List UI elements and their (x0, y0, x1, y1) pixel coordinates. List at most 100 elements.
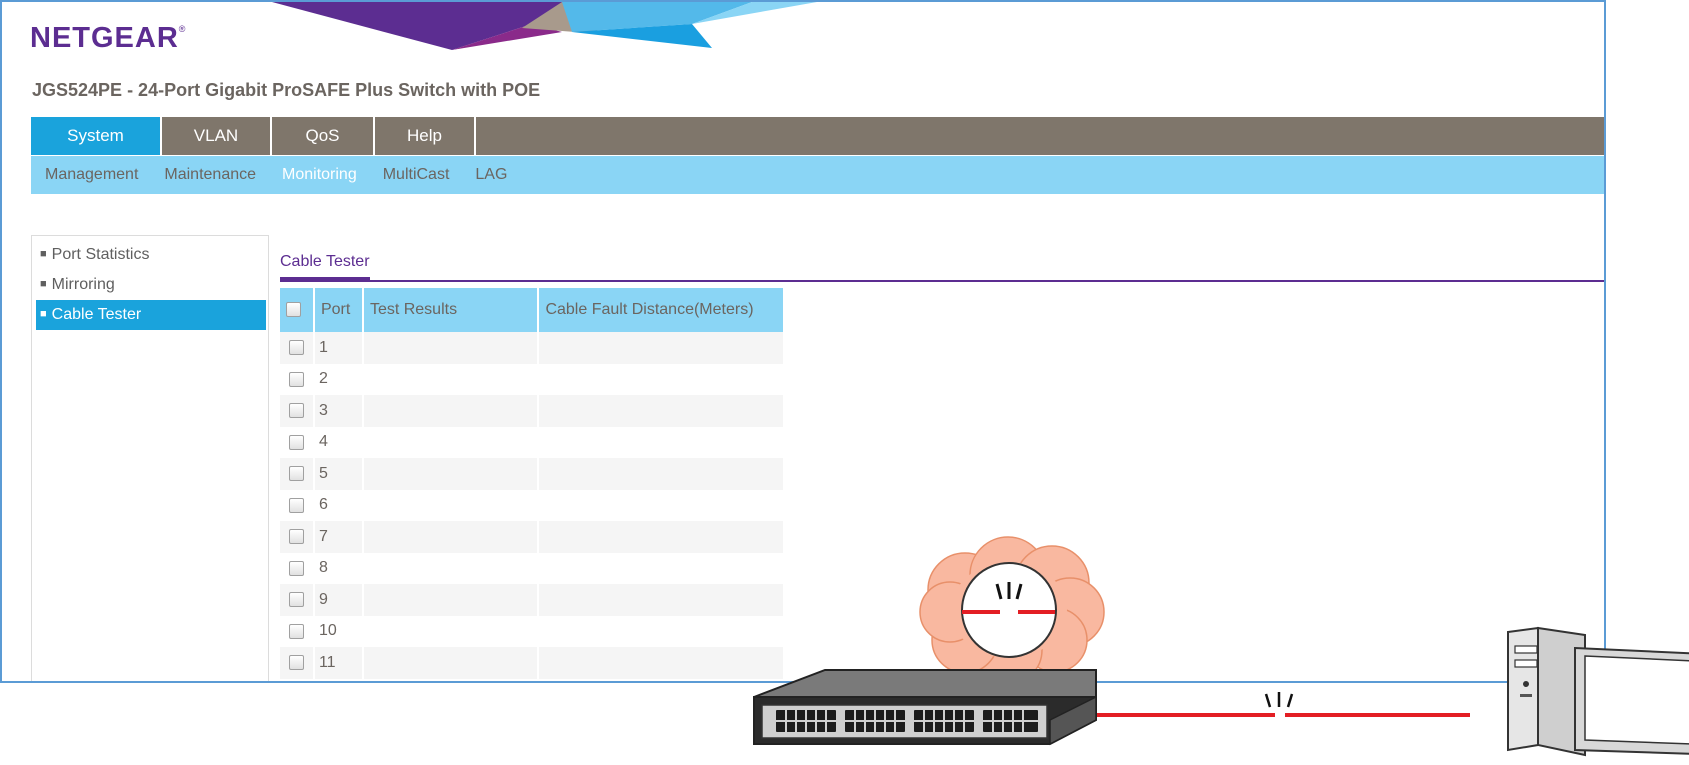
select-all-checkbox[interactable] (286, 302, 301, 318)
port-cell: 2 (313, 363, 364, 395)
tab-system[interactable]: System (31, 117, 162, 155)
tab-help[interactable]: Help (375, 117, 476, 155)
port-cell: 4 (313, 426, 364, 458)
header-select-all (280, 288, 315, 332)
table-row: 7 (280, 521, 785, 553)
sidebar-item-mirroring[interactable]: ■ Mirroring (36, 270, 266, 300)
test-result-cell (362, 521, 540, 553)
cable-tester-table: Port Test Results Cable Fault Distance(M… (280, 288, 785, 679)
test-result-cell (362, 552, 540, 584)
product-title: JGS524PE - 24-Port Gigabit ProSAFE Plus … (32, 80, 541, 100)
main-nav: System VLAN QoS Help (31, 117, 1604, 155)
table-row: 2 (280, 363, 785, 395)
row-select-cell (280, 363, 315, 395)
port-cell: 9 (313, 584, 364, 616)
tab-vlan[interactable]: VLAN (162, 117, 272, 155)
test-result-cell (362, 332, 540, 364)
test-result-cell (362, 584, 540, 616)
header-test-results: Test Results (362, 288, 540, 332)
row-select-cell (280, 521, 315, 553)
port-cell: 3 (313, 395, 364, 427)
sub-nav: Management Maintenance Monitoring MultiC… (31, 156, 1604, 194)
port-checkbox[interactable] (288, 466, 304, 482)
sidebar-item-port-statistics[interactable]: ■ Port Statistics (36, 240, 266, 270)
port-checkbox[interactable] (288, 403, 304, 419)
table-row: 8 (280, 552, 785, 584)
fault-distance-cell (538, 395, 785, 427)
subtab-maintenance[interactable]: Maintenance (164, 166, 256, 184)
port-checkbox[interactable] (288, 655, 304, 671)
row-select-cell (280, 426, 315, 458)
port-checkbox[interactable] (288, 497, 304, 513)
port-cell: 8 (313, 552, 364, 584)
row-select-cell (280, 395, 315, 427)
port-cell: 5 (313, 458, 364, 490)
port-checkbox[interactable] (288, 560, 304, 576)
port-checkbox[interactable] (288, 434, 304, 450)
table-row: 9 (280, 584, 785, 616)
header-port: Port (313, 288, 364, 332)
port-cell: 1 (313, 332, 364, 364)
test-result-cell (362, 647, 540, 679)
logo-text: NETGEAR (30, 22, 179, 54)
test-result-cell (362, 395, 540, 427)
row-select-cell (280, 332, 315, 364)
fault-distance-cell (538, 584, 785, 616)
test-result-cell (362, 426, 540, 458)
subtab-multicast[interactable]: MultiCast (383, 166, 450, 184)
fault-distance-cell (538, 647, 785, 679)
port-checkbox[interactable] (288, 340, 304, 356)
bullet-icon: ■ (40, 248, 47, 260)
test-result-cell (362, 458, 540, 490)
bullet-icon: ■ (40, 278, 47, 290)
fault-distance-cell (538, 458, 785, 490)
row-select-cell (280, 552, 315, 584)
table-row: 3 (280, 395, 785, 427)
fault-distance-cell (538, 332, 785, 364)
netgear-logo: NETGEAR® (30, 22, 185, 55)
bullet-icon: ■ (40, 308, 47, 320)
sidebar-item-label: Cable Tester (51, 306, 142, 323)
browser-window: NETGEAR® JGS524PE - 24-Port Gigabit ProS… (0, 0, 1606, 683)
row-select-cell (280, 458, 315, 490)
port-cell: 7 (313, 521, 364, 553)
subtab-monitoring[interactable]: Monitoring (282, 166, 357, 184)
header-banner-graphic (272, 2, 817, 50)
port-checkbox[interactable] (288, 529, 304, 545)
header-fault-distance: Cable Fault Distance(Meters) (538, 288, 785, 332)
table-row: 1 (280, 332, 785, 364)
fault-distance-cell (538, 426, 785, 458)
row-select-cell (280, 647, 315, 679)
table-row: 10 (280, 615, 785, 647)
sidebar-item-label: Port Statistics (51, 246, 150, 263)
port-cell: 10 (313, 615, 364, 647)
table-row: 11 (280, 647, 785, 679)
tab-qos[interactable]: QoS (272, 117, 375, 155)
table-row: 4 (280, 426, 785, 458)
row-select-cell (280, 489, 315, 521)
port-cell: 6 (313, 489, 364, 521)
test-result-cell (362, 615, 540, 647)
test-result-cell (362, 489, 540, 521)
port-cell: 11 (313, 647, 364, 679)
subtab-lag[interactable]: LAG (475, 166, 507, 184)
port-checkbox[interactable] (288, 623, 304, 639)
table-header-row: Port Test Results Cable Fault Distance(M… (280, 288, 785, 332)
row-select-cell (280, 584, 315, 616)
sidebar: ■ Port Statistics ■ Mirroring ■ Cable Teste… (31, 235, 269, 681)
section-tab-cable-tester[interactable]: Cable Tester (280, 253, 370, 280)
fault-distance-cell (538, 615, 785, 647)
fault-distance-cell (538, 521, 785, 553)
sidebar-item-cable-tester[interactable]: ■ Cable Tester (36, 300, 266, 330)
fault-distance-cell (538, 489, 785, 521)
broken-cable-icon (1095, 692, 1470, 717)
test-result-cell (362, 363, 540, 395)
fault-distance-cell (538, 363, 785, 395)
subtab-management[interactable]: Management (45, 166, 138, 184)
row-select-cell (280, 615, 315, 647)
sidebar-item-label: Mirroring (51, 276, 115, 293)
port-checkbox[interactable] (288, 371, 304, 387)
port-checkbox[interactable] (288, 592, 304, 608)
table-row: 5 (280, 458, 785, 490)
section-divider (280, 280, 1604, 282)
